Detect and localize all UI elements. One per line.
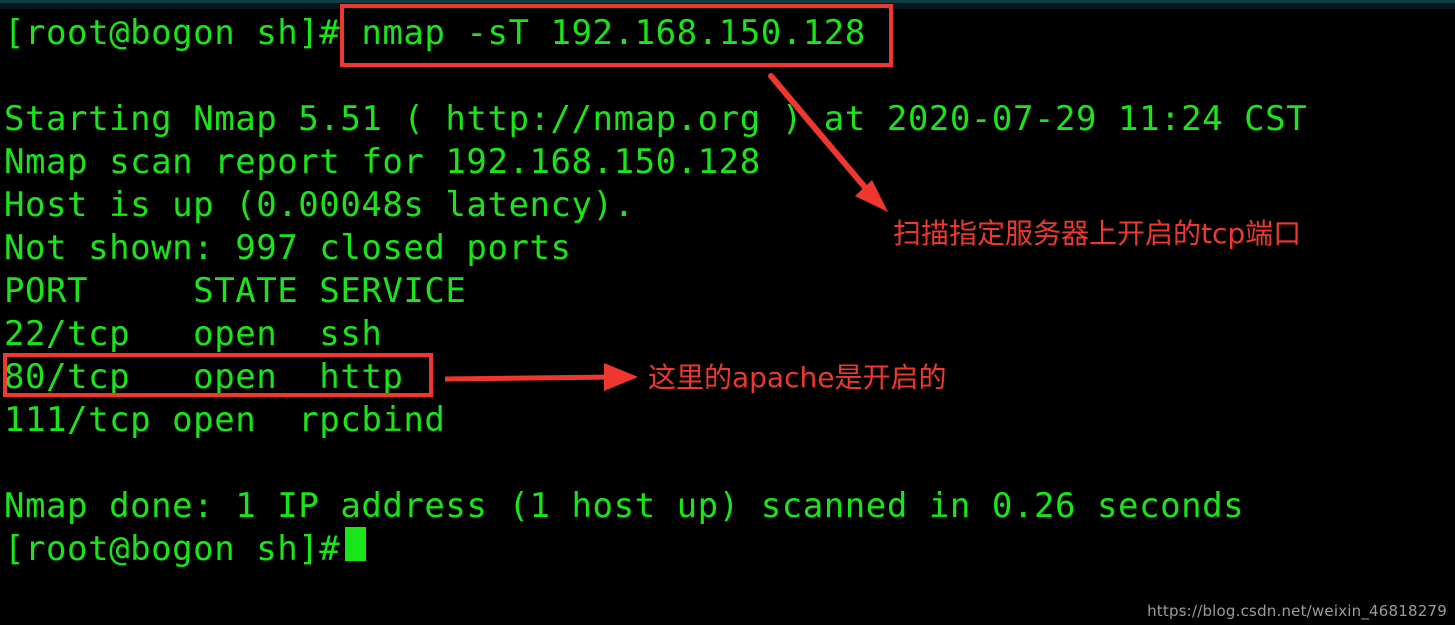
terminal-line-nmap-done: Nmap done: 1 IP address (1 host up) scan… [4, 486, 1245, 526]
terminal-screenshot: [root@bogon sh]# nmap -sT 192.168.150.12… [0, 0, 1455, 625]
terminal-line-host-up: Host is up (0.00048s latency). [4, 185, 635, 225]
terminal-row-port-111: 111/tcp open rpcbind [4, 400, 446, 440]
terminal-line-starting: Starting Nmap 5.51 ( http://nmap.org ) a… [4, 99, 1308, 139]
highlight-box-http-row [3, 353, 433, 397]
terminal-output[interactable]: [root@bogon sh]# nmap -sT 192.168.150.12… [0, 0, 1455, 625]
terminal-line-table-header: PORT STATE SERVICE [4, 271, 467, 311]
terminal-line-not-shown: Not shown: 997 closed ports [4, 228, 572, 268]
annotation-label-tcp-scan: 扫描指定服务器上开启的tcp端口 [893, 217, 1302, 250]
terminal-row-port-22: 22/tcp open ssh [4, 314, 383, 354]
terminal-line-final-prompt: [root@bogon sh]# [4, 529, 341, 569]
terminal-line-scan-report: Nmap scan report for 192.168.150.128 [4, 142, 761, 182]
annotation-label-apache-open: 这里的apache是开启的 [648, 361, 947, 394]
watermark-url: https://blog.csdn.net/weixin_46818279 [1147, 602, 1447, 620]
highlight-box-command [340, 4, 893, 67]
block-cursor [345, 527, 366, 561]
